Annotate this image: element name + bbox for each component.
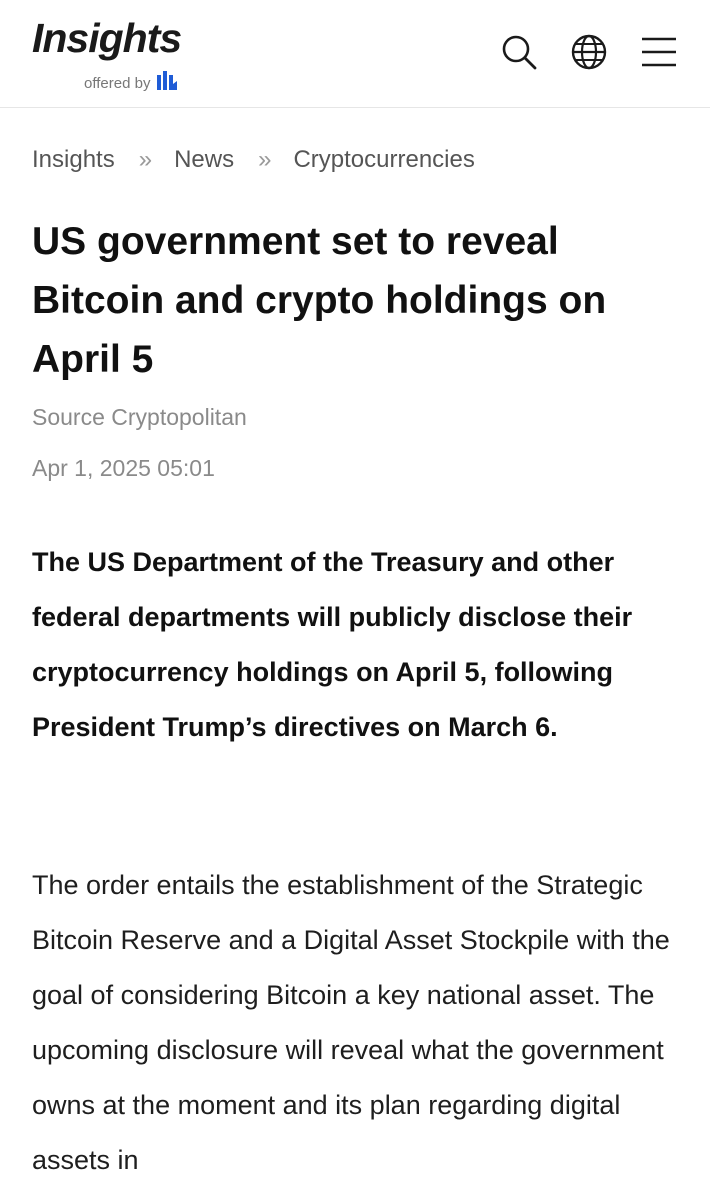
search-icon[interactable] — [500, 33, 538, 71]
article-lead: The US Department of the Treasury and ot… — [32, 547, 633, 742]
globe-icon[interactable] — [570, 33, 608, 71]
article-title: US government set to reveal Bitcoin and … — [32, 220, 607, 381]
breadcrumb-cryptocurrencies[interactable]: Cryptocurrencies — [293, 146, 474, 174]
breadcrumb-insights[interactable]: Insights — [32, 146, 115, 174]
menu-icon[interactable] — [640, 33, 678, 71]
insights-logo[interactable]: Insights offered by — [32, 14, 182, 92]
brand-mark-icon — [156, 70, 178, 97]
chevron-double-right-icon: » — [138, 146, 153, 173]
chevron-double-right-icon: » — [258, 146, 272, 173]
offered-by-text: offered by — [84, 75, 151, 92]
logo-offered-by: offered by — [84, 70, 178, 97]
article-body: The order entails the establishment of t… — [32, 870, 670, 1175]
breadcrumb: Insights » News » Cryptocurrencies — [32, 140, 475, 180]
site-header: Insights offered by — [0, 0, 710, 108]
article-source: Source Cryptopolitan — [32, 404, 247, 430]
article-date: Apr 1, 2025 05:01 — [32, 455, 215, 481]
breadcrumb-news[interactable]: News — [174, 146, 234, 174]
logo-title: Insights — [32, 15, 182, 61]
